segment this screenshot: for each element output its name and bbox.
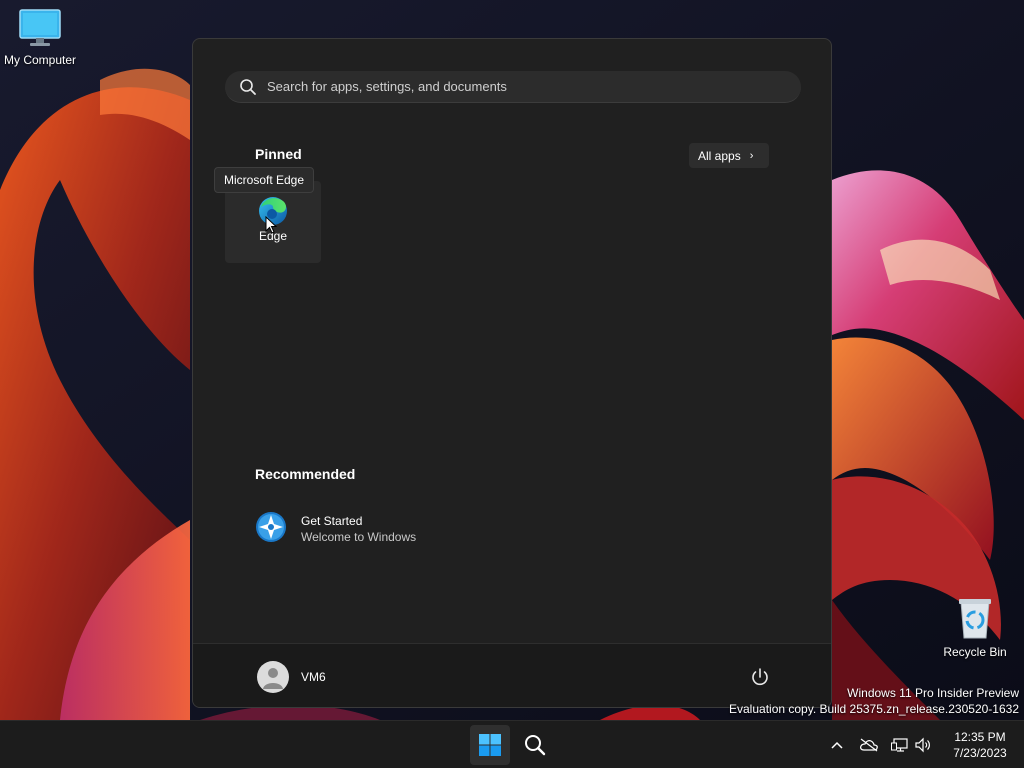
network-button[interactable] — [890, 735, 910, 755]
desktop-icon-recycle-bin[interactable]: Recycle Bin — [935, 596, 1015, 659]
taskbar-clock[interactable]: 12:35 PM 7/23/2023 — [940, 729, 1020, 761]
start-menu: Search for apps, settings, and documents… — [192, 38, 832, 708]
recycle-bin-icon — [959, 599, 991, 639]
onedrive-tray-button[interactable] — [859, 735, 879, 755]
desktop-icon-label: My Computer — [3, 53, 77, 67]
pinned-title: Pinned — [255, 146, 302, 162]
search-placeholder: Search for apps, settings, and documents — [267, 79, 507, 94]
clock-date: 7/23/2023 — [953, 746, 1007, 760]
search-icon — [240, 78, 256, 95]
cloud-offline-icon — [860, 738, 878, 752]
monitor-icon — [19, 9, 61, 46]
desktop-icon-my-computer[interactable]: My Computer — [0, 8, 80, 67]
avatar[interactable] — [257, 661, 289, 693]
recommended-title: Recommended — [255, 466, 356, 482]
show-hidden-icons-button[interactable] — [827, 735, 847, 755]
desktop-icon-label: Recycle Bin — [943, 645, 1007, 659]
user-icon — [263, 668, 283, 689]
chevron-right-icon: › — [749, 149, 754, 162]
all-apps-label: All apps — [698, 148, 741, 163]
search-input[interactable]: Search for apps, settings, and documents — [225, 71, 801, 103]
volume-button[interactable] — [913, 735, 933, 755]
chevron-up-icon — [831, 741, 843, 749]
recommended-item-get-started[interactable]: Get Started Welcome to Windows — [255, 509, 555, 549]
network-icon — [891, 738, 908, 752]
watermark-line-1: Windows 11 Pro Insider Preview — [847, 686, 1019, 700]
watermark-line-2: Evaluation copy. Build 25375.zn_release.… — [729, 702, 1019, 716]
speaker-icon — [915, 737, 930, 753]
start-button[interactable] — [470, 725, 510, 765]
taskbar: 12:35 PM 7/23/2023 — [0, 720, 1024, 768]
windows-logo-icon — [479, 734, 501, 756]
edge-tooltip: Microsoft Edge — [214, 167, 315, 193]
user-name[interactable]: VM6 — [301, 670, 326, 684]
all-apps-button[interactable]: All apps › — [689, 143, 769, 168]
evaluation-watermark: Windows 11 Pro Insider Preview Evaluatio… — [729, 685, 1019, 717]
clock-time: 12:35 PM — [954, 730, 1006, 744]
search-icon — [525, 735, 546, 756]
recommended-item-subtitle: Welcome to Windows — [301, 530, 417, 544]
recommended-item-name: Get Started — [301, 514, 363, 528]
taskbar-search-button[interactable] — [515, 725, 555, 765]
get-started-icon — [256, 512, 286, 542]
mouse-cursor-icon — [265, 216, 277, 234]
